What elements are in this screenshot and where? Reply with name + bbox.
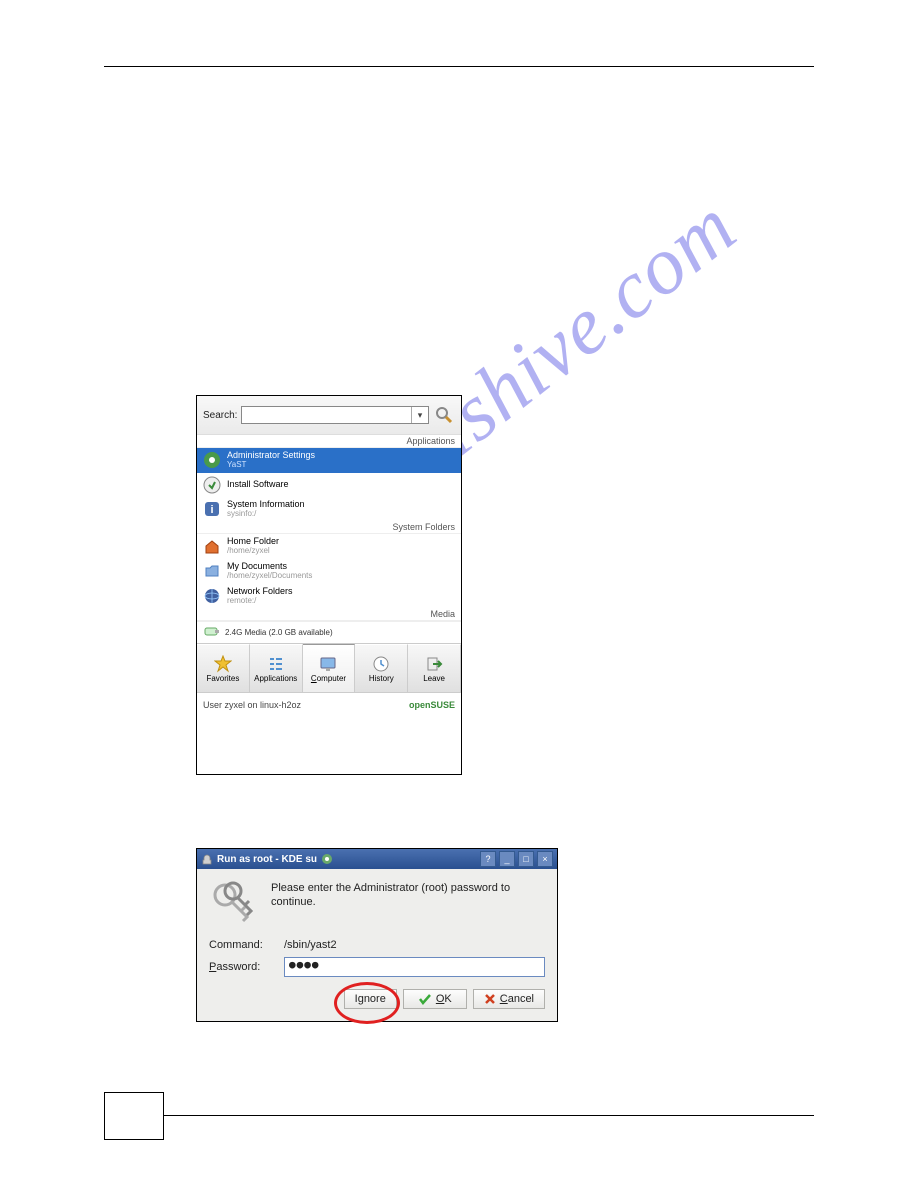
monitor-icon [318,654,338,674]
kde-kickoff-menu: Search: ▾ Applications Administrator Set… [196,395,462,775]
tab-computer[interactable]: Computer [303,644,356,692]
page-number-box [104,1092,164,1140]
dialog-button-row: Ignore OK Cancel [209,989,545,1009]
checkmark-icon [418,993,432,1005]
category-media: Media [197,608,461,621]
menu-item-home-folder[interactable]: Home Folder /home/zyxel [197,534,461,559]
page-bottom-rule [164,1115,814,1116]
menu-item-system-information[interactable]: i System Information sysinfo:/ [197,497,461,522]
yast-icon [203,451,221,469]
menu-item-install-software[interactable]: Install Software [197,473,461,497]
dialog-titlebar[interactable]: Run as root - KDE su ? _ □ × [197,849,557,869]
menu-item-title: Install Software [227,480,289,490]
search-input[interactable]: ▾ [241,406,429,424]
run-as-root-dialog: Run as root - KDE su ? _ □ × Please ente… [196,848,558,1022]
cancel-icon [484,993,496,1005]
category-applications: Applications [197,435,461,448]
menu-item-sub: /home/zyxel/Documents [227,572,312,581]
footer-user-text: User zyxel on linux-h2oz [203,700,301,710]
minimize-button[interactable]: _ [499,851,515,867]
menu-item-my-documents[interactable]: My Documents /home/zyxel/Documents [197,559,461,584]
install-icon [203,476,221,494]
tab-applications[interactable]: Applications [250,644,303,692]
keys-icon [209,881,259,925]
dialog-message: Please enter the Administrator (root) pa… [271,881,545,910]
tab-label: Favorites [206,674,239,683]
usb-icon [203,625,221,641]
menu-item-network-folders[interactable]: Network Folders remote:/ [197,584,461,609]
command-value: /sbin/yast2 [284,939,545,951]
category-system-folders: System Folders [197,521,461,534]
globe-icon [203,587,221,605]
list-icon [266,654,286,674]
menu-item-sub: sysinfo:/ [227,510,305,519]
menu-item-admin-settings[interactable]: Administrator Settings YaST [197,448,461,473]
search-label: Search: [203,410,237,421]
command-label: Command: [209,939,284,951]
tab-favorites[interactable]: Favorites [197,644,250,692]
search-icon[interactable] [433,404,455,426]
ok-button[interactable]: OK [403,989,467,1009]
tab-label: Computer [311,674,346,683]
clock-icon [371,654,391,674]
tab-history[interactable]: History [355,644,408,692]
close-button[interactable]: × [537,851,553,867]
password-label: Password: [209,961,284,973]
help-button[interactable]: ? [480,851,496,867]
tab-leave[interactable]: Leave [408,644,461,692]
maximize-button[interactable]: □ [518,851,534,867]
search-row: Search: ▾ [197,396,461,435]
ignore-button[interactable]: Ignore [344,989,397,1009]
menu-item-media[interactable]: 2.4G Media (2.0 GB available) [197,621,461,643]
page-top-rule [104,66,814,67]
star-icon [213,654,233,674]
kickoff-footer: User zyxel on linux-h2oz openSUSE [197,692,461,717]
search-dropdown-arrow[interactable]: ▾ [411,407,428,423]
tab-label: History [369,674,394,683]
media-label: 2.4G Media (2.0 GB available) [225,628,333,637]
menu-item-sub: YaST [227,461,315,470]
home-icon [203,538,221,556]
dialog-title: Run as root - KDE su [201,853,477,865]
menu-item-sub: remote:/ [227,597,293,606]
tab-label: Leave [423,674,445,683]
password-input[interactable]: ●●●● [284,957,545,977]
tab-label: Applications [254,674,297,683]
info-icon: i [203,500,221,518]
menu-item-sub: /home/zyxel [227,547,279,556]
kickoff-tabs: Favorites Applications Computer History … [197,643,461,692]
documents-icon [203,562,221,580]
svg-text:i: i [210,504,213,516]
cancel-button[interactable]: Cancel [473,989,545,1009]
opensuse-logo: openSUSE [409,700,455,710]
exit-icon [424,654,444,674]
